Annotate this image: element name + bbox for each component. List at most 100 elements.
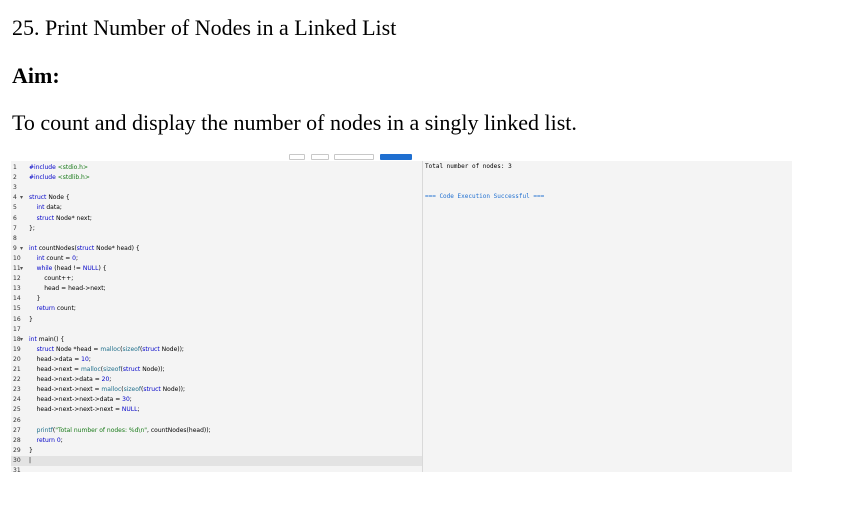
page-title: 25. Print Number of Nodes in a Linked Li… (12, 15, 397, 40)
code-line[interactable]: 23 head->next->next = malloc(sizeof(stru… (11, 385, 422, 395)
code-line[interactable]: 29} (11, 446, 422, 456)
code-token: int (29, 335, 37, 343)
toolbar-button[interactable] (311, 154, 329, 160)
code-line[interactable]: 28 return 0; (11, 436, 422, 446)
code-token: ; (129, 396, 132, 404)
code-line[interactable]: 14 } (11, 294, 422, 304)
code-line[interactable]: 30 | (11, 455, 422, 466)
code-token: 10 (81, 355, 89, 363)
code-token: struct (76, 244, 95, 252)
code-line[interactable]: 21 head->next = malloc(sizeof(struct Nod… (11, 365, 422, 375)
code-token: Node)); (160, 386, 186, 394)
code-line[interactable]: 3 (11, 183, 422, 193)
code-line[interactable]: 26 (11, 416, 422, 426)
code-token: Node)); (140, 366, 165, 373)
code-line[interactable]: 22 head->next->data = 20; (11, 375, 422, 385)
fold-arrow-icon[interactable]: ▾ (20, 244, 26, 254)
line-number: 22 (13, 376, 21, 384)
code-text: head->next->next->next = NULL; (29, 405, 140, 415)
share-button[interactable] (334, 154, 374, 160)
line-number: 12 (13, 275, 21, 283)
code-line[interactable]: 25 head->next->next->next = NULL; (11, 405, 422, 415)
code-line[interactable]: 17 (11, 325, 422, 335)
code-token: Node { (46, 194, 70, 202)
fold-arrow-icon[interactable]: ▾ (20, 193, 26, 203)
code-line[interactable]: 12 count++; (11, 274, 422, 284)
code-line[interactable]: 31 (11, 466, 422, 472)
code-line[interactable]: 20 head->data = 10; (11, 355, 422, 365)
code-token: head->next = (29, 366, 81, 373)
code-line[interactable]: 1 #include <stdio.h> (11, 163, 422, 173)
line-number: 24 (13, 396, 21, 404)
code-line[interactable]: 7}; (11, 224, 422, 234)
run-button[interactable] (380, 154, 412, 160)
code-token: data; (44, 204, 62, 212)
code-token: return (36, 436, 55, 444)
code-text: | (29, 456, 31, 466)
code-token: | (29, 456, 32, 464)
code-token: NULL (82, 265, 99, 272)
code-line[interactable]: 10 int count = 0; (11, 254, 422, 264)
code-line[interactable]: 6 struct Node* next; (11, 214, 422, 224)
code-line[interactable]: 24 head->next->next->data = 30; (11, 395, 422, 405)
line-number: 1 (13, 164, 17, 171)
line-number: 16 (13, 315, 21, 323)
line-number: 30 (13, 456, 21, 464)
code-token: Node)); (159, 345, 184, 353)
code-text: head->next = malloc(sizeof(struct Node))… (29, 365, 165, 375)
aim-text: To count and display the number of nodes… (12, 110, 577, 135)
line-number: 23 (13, 386, 21, 394)
code-line[interactable]: 9 ▾ int countNodes(struct Node* head) { (11, 244, 422, 254)
code-line[interactable]: 4 ▾ struct Node { (11, 193, 422, 203)
line-number: 2 (13, 174, 17, 182)
line-number: 13 (13, 285, 21, 293)
code-line[interactable]: 13 head = head->next; (11, 284, 422, 294)
code-text: } (29, 315, 33, 325)
code-line[interactable]: 11 ▾ while (head != NULL) { (11, 264, 422, 274)
fold-arrow-icon[interactable]: ▾ (20, 264, 26, 274)
code-text: int count = 0; (29, 254, 78, 264)
code-token: return (36, 305, 55, 313)
line-number: 6 (13, 214, 17, 222)
code-text: count++; (29, 274, 73, 284)
code-text: int countNodes(struct Node* head) { (29, 244, 140, 254)
code-token: printf (36, 426, 53, 434)
code-line[interactable]: 15 return count; (11, 304, 422, 314)
fold-arrow-icon[interactable]: ▾ (20, 335, 26, 345)
code-editor[interactable]: 1 #include <stdio.h> 2 #include <stdlib.h> 3… (11, 161, 423, 472)
code-line[interactable]: 27 printf("Total number of nodes: %d\n",… (11, 426, 422, 436)
code-text: #include <stdlib.h> (29, 173, 90, 183)
code-token: sizeof (123, 386, 142, 394)
code-line[interactable]: 2 #include <stdlib.h> (11, 173, 422, 183)
line-number: 3 (13, 184, 17, 192)
line-number: 20 (13, 355, 21, 363)
line-number: 17 (13, 325, 21, 333)
code-line[interactable]: 16} (11, 315, 422, 325)
code-line[interactable]: 5 int data; (11, 203, 422, 213)
code-token: count; (55, 305, 76, 313)
line-number: 28 (13, 436, 21, 444)
code-line[interactable]: 8 (11, 234, 422, 244)
code-text: } (29, 294, 41, 304)
code-token: Node *head = (54, 345, 101, 353)
code-token: ; (75, 254, 79, 262)
code-text: } (29, 446, 33, 456)
code-token: 30 (122, 396, 130, 404)
code-token: struct (122, 366, 141, 373)
code-line[interactable]: 18 ▾ int main() { (11, 335, 422, 345)
code-line[interactable]: 19 struct Node *head = malloc(sizeof(str… (11, 345, 422, 355)
code-token: #include (29, 164, 58, 171)
code-token: main() { (36, 335, 65, 343)
output-panel: Total number of nodes: 3 === Code Execut… (423, 161, 792, 472)
code-text: int data; (29, 203, 62, 213)
code-token: sizeof (103, 366, 121, 373)
toolbar-button[interactable] (289, 154, 305, 160)
code-token: struct (36, 345, 55, 353)
code-token: ) { (98, 265, 107, 272)
code-text: struct Node { (29, 193, 70, 203)
code-token: struct (143, 386, 161, 394)
code-token: , countNodes(head)); (147, 426, 211, 434)
